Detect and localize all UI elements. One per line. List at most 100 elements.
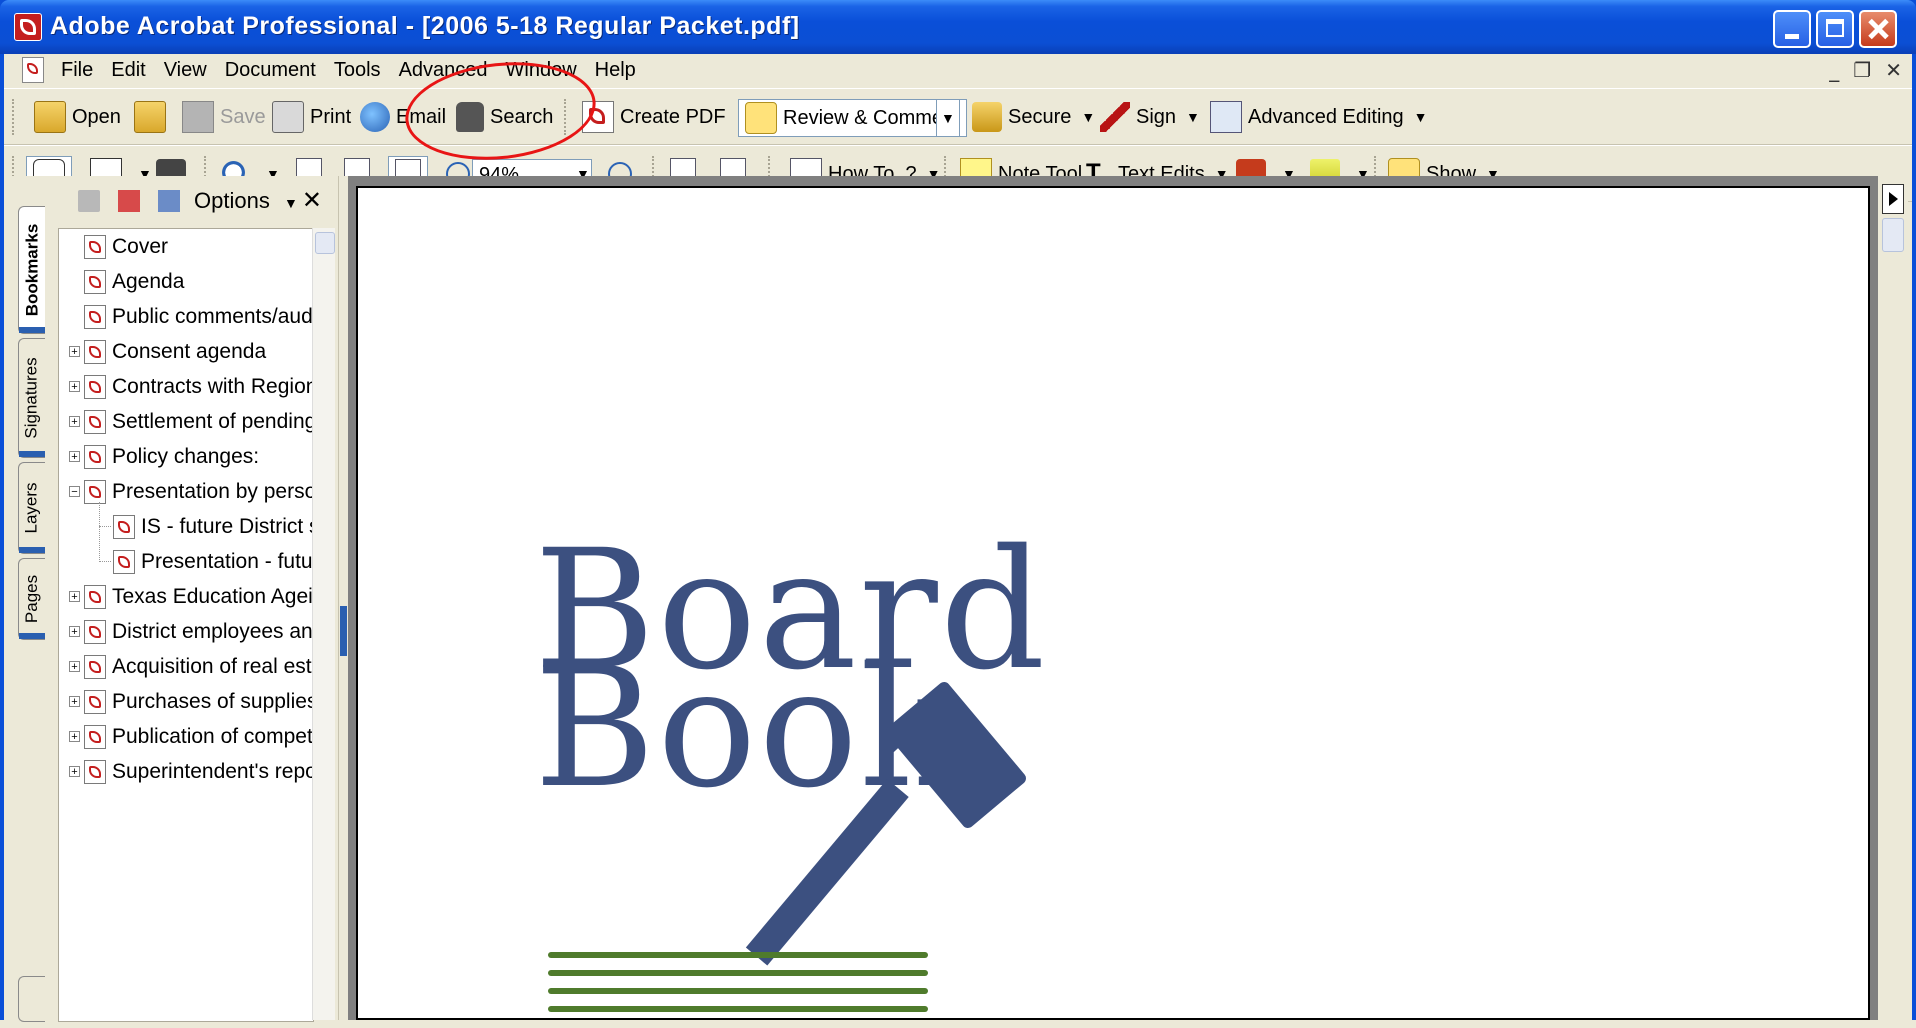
email-button[interactable]: Email [360,97,446,137]
bookmark-item[interactable]: Presentation - futur [113,544,313,579]
save-button[interactable]: Save [182,97,266,137]
bookmark-item[interactable]: + Policy changes: [69,439,259,474]
tab-signatures[interactable]: Signatures [18,338,45,458]
delete-bookmark-icon[interactable] [78,190,100,212]
menu-document[interactable]: Document [216,59,325,82]
document-view[interactable]: Board Book [348,176,1878,1020]
window-title: Adobe Acrobat Professional - [2006 5-18 … [50,12,800,40]
doc-minimize-icon[interactable]: _ [1829,58,1839,82]
bookmarks-scrollbar[interactable] [312,228,335,1020]
bookmark-item[interactable]: Cover [69,229,168,264]
bookmark-item[interactable]: + Purchases of supplies [69,684,313,719]
bookmark-item[interactable]: + Publication of compet [69,719,313,754]
tab-signatures-label: Signatures [22,357,41,439]
tab-bookmarks[interactable]: Bookmarks [18,206,45,334]
tab-bookmarks-label: Bookmarks [22,223,42,317]
tab-more[interactable] [18,976,45,1022]
expand-plus-icon[interactable]: + [69,346,80,358]
bookmark-item[interactable]: + Settlement of pending [69,404,313,439]
close-button[interactable] [1859,10,1897,48]
print-button[interactable]: Print [272,97,351,137]
acrobat-window: Adobe Acrobat Professional - [2006 5-18 … [0,0,1916,1022]
close-panel-icon[interactable]: ✕ [302,186,322,215]
minimize-button[interactable] [1773,10,1811,48]
organizer-button[interactable] [134,97,172,137]
menu-view[interactable]: View [155,59,216,82]
menu-help[interactable]: Help [586,59,645,82]
menu-file[interactable]: File [52,59,102,82]
email-label: Email [396,105,447,128]
review-comment-button[interactable]: Review & Comment [738,99,967,137]
bookmark-item[interactable]: IS - future District s [113,509,313,544]
doc-close-icon[interactable]: ✕ [1885,58,1902,82]
review-comment-dropdown[interactable]: ▼ [936,99,960,137]
bookmarks-options-menu[interactable]: Options ▼ [194,188,298,214]
maximize-button[interactable] [1816,10,1854,48]
bookmark-item[interactable]: + Acquisition of real est [69,649,312,684]
tab-layers[interactable]: Layers [18,462,45,554]
pdf-page[interactable]: Board Book [356,186,1870,1020]
document-scrollbar[interactable] [1878,176,1908,1020]
splitter-grip[interactable] [340,606,347,656]
bookmarks-panel: Options ▼ ✕ Cover Agenda Public comments/a… [48,176,338,1022]
menu-edit[interactable]: Edit [102,59,154,82]
scroll-up-button[interactable] [315,232,335,254]
chevron-down-icon[interactable]: ▼ [1186,109,1200,125]
chevron-down-icon: ▼ [283,195,298,211]
lock-icon [972,102,1002,132]
create-pdf-icon [582,101,614,133]
expand-plus-icon[interactable]: + [69,591,80,603]
create-pdf-label: Create PDF [620,105,726,128]
secure-button[interactable]: Secure ▼ [972,97,1095,137]
search-button[interactable]: Search [456,97,553,137]
title-bar[interactable]: Adobe Acrobat Professional - [2006 5-18 … [0,0,1916,54]
tab-pages[interactable]: Pages [18,558,45,640]
create-pdf-button[interactable]: Create PDF ▼ [582,97,749,137]
menu-advanced[interactable]: Advanced [390,59,497,82]
bookmark-item[interactable]: + Contracts with Region [69,369,314,404]
bookmark-item[interactable]: + Texas Education Agei [69,579,313,614]
chevron-down-icon[interactable]: ▼ [1414,109,1428,125]
chevron-down-icon[interactable]: ▼ [1081,109,1095,125]
toolbar-grip[interactable] [564,99,569,135]
doc-restore-icon[interactable]: ❐ [1853,58,1871,82]
menu-tools[interactable]: Tools [325,59,390,82]
open-button[interactable]: Open [34,97,121,137]
save-label: Save [220,105,266,128]
document-icon[interactable] [22,57,44,83]
bookmark-item[interactable]: + District employees an [69,614,313,649]
expand-plus-icon[interactable]: + [69,451,80,463]
bookmark-item[interactable]: + Superintendent's repo [69,754,313,789]
pdf-bookmark-icon [84,374,106,399]
menu-window[interactable]: Window [497,59,586,82]
bookmark-item[interactable]: − Presentation by perso [69,474,314,509]
panel-toggle-arrow-icon[interactable] [1882,184,1904,214]
toolbar-grip[interactable] [12,99,17,135]
expand-plus-icon[interactable]: + [69,416,80,428]
advanced-editing-button[interactable]: Advanced Editing ▼ [1210,97,1428,137]
book-page-line [548,988,928,994]
expand-plus-icon[interactable]: + [69,766,80,778]
bookmark-item[interactable]: Public comments/aud [69,299,313,334]
bookmark-label: Publication of compet [112,724,313,748]
pdf-bookmark-icon [84,234,106,259]
sign-label: Sign [1136,105,1177,128]
pdf-bookmark-icon [84,444,106,469]
expand-plus-icon[interactable]: + [69,731,80,743]
sign-button[interactable]: Sign ▼ [1100,97,1200,137]
expand-plus-icon[interactable]: + [69,661,80,673]
bookmark-item[interactable]: + Consent agenda [69,334,266,369]
collapse-minus-icon[interactable]: − [69,486,80,498]
expand-plus-icon[interactable]: + [69,381,80,393]
acrobat-app-icon[interactable] [14,13,42,41]
expand-plus-icon[interactable]: + [69,626,80,638]
expand-plus-icon[interactable]: + [69,696,80,708]
new-bookmark-icon[interactable] [118,190,140,212]
bookmark-label: Presentation by perso [112,479,314,503]
bookmark-label: Contracts with Region [112,374,314,398]
scroll-up-button[interactable] [1882,218,1904,252]
tab-layers-label: Layers [22,482,41,534]
document-window-controls: _ ❐ ✕ [1829,58,1902,82]
bookmark-item[interactable]: Agenda [69,264,184,299]
expand-bookmark-icon[interactable] [158,190,180,212]
